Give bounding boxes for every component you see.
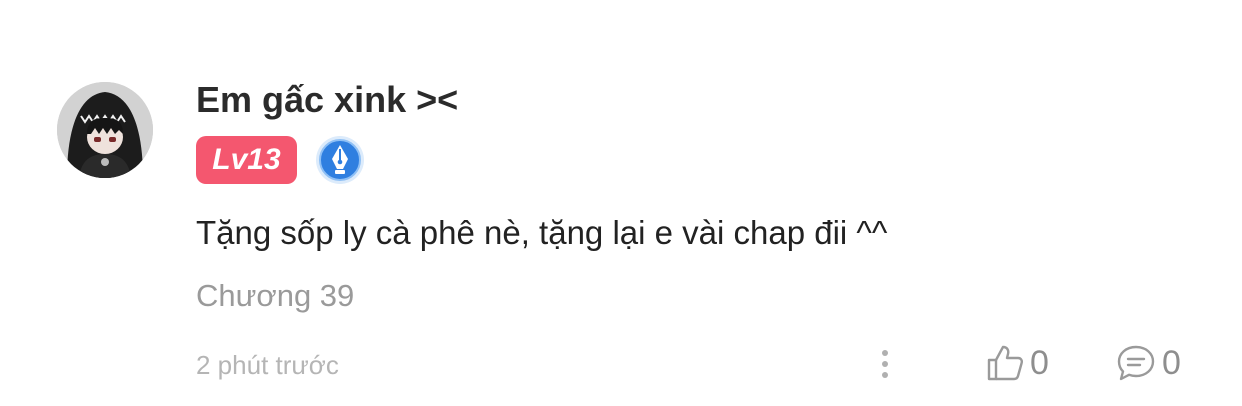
- comment-item: Em gấc xink >< Lv13 Tặng sốp ly cà phê n…: [0, 0, 1242, 406]
- more-vertical-icon: [882, 350, 888, 378]
- reply-button[interactable]: 0: [1116, 340, 1181, 386]
- reply-count: 0: [1162, 344, 1181, 382]
- timestamp: 2 phút trước: [196, 350, 339, 380]
- like-count: 0: [1030, 344, 1049, 382]
- level-badge: Lv13: [196, 136, 297, 184]
- chapter-label[interactable]: Chương 39: [196, 276, 354, 316]
- avatar[interactable]: [57, 82, 153, 178]
- avatar-image: [57, 82, 153, 178]
- user-badges: Lv13: [196, 136, 365, 184]
- username[interactable]: Em gấc xink ><: [196, 78, 458, 122]
- pen-nib-badge-icon: [316, 136, 364, 184]
- thumbs-up-icon: [987, 345, 1023, 381]
- like-button[interactable]: 0: [986, 340, 1049, 386]
- comment-text: Tặng sốp ly cà phê nè, tặng lại e vài ch…: [196, 214, 888, 251]
- more-options-button[interactable]: [868, 344, 902, 384]
- chat-bubble-icon: [1117, 345, 1155, 381]
